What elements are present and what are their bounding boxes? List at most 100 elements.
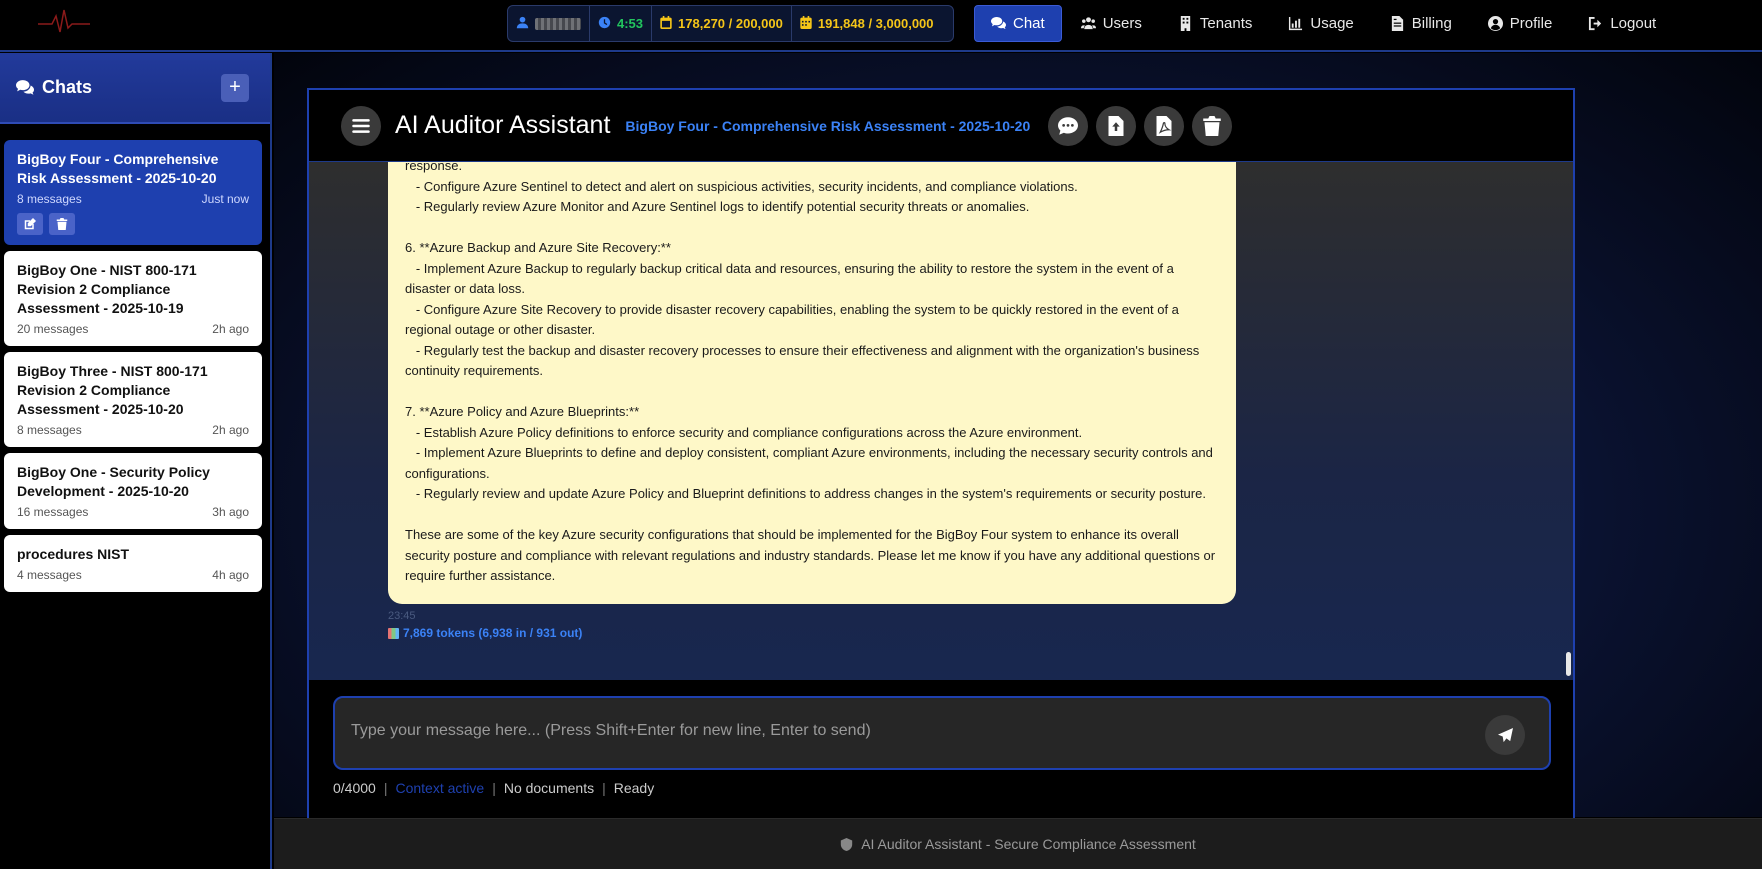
nav-tenants[interactable]: Tenants [1161,5,1270,42]
chat-title: BigBoy One - NIST 800-171 Revision 2 Com… [17,262,197,316]
message-input-wrapper [333,696,1551,770]
monthly-usage-value: 191,848 / 3,000,000 [817,16,934,31]
chat-title: BigBoy One - Security Policy Development… [17,464,210,499]
logout-icon [1589,16,1602,31]
nav-profile[interactable]: Profile [1471,5,1570,42]
chat-time: 2h ago [212,322,249,336]
chat-actions [17,213,249,235]
nav-logout-label: Logout [1610,15,1657,32]
clock-icon [598,16,611,32]
calendar-day-icon [660,15,672,32]
main-area: AI Auditor Assistant BigBoy Four - Compr… [274,53,1762,818]
chat-meta: 4 messages 4h ago [17,568,249,582]
chat-message-count: 8 messages [17,423,82,437]
paper-plane-icon [1497,727,1513,742]
sidebar-title-label: Chats [42,77,93,97]
nav-billing[interactable]: Billing [1373,5,1469,42]
chat-title: procedures NIST [17,546,130,562]
chat-subtitle: BigBoy Four - Comprehensive Risk Assessm… [625,117,1031,134]
chat-time: 4h ago [212,568,249,582]
timer-value: 4:53 [617,16,644,31]
nav-profile-label: Profile [1509,15,1553,32]
hamburger-icon [352,118,370,133]
token-usage: 7,869 tokens (6,938 in / 931 out) [388,626,582,640]
invoice-icon [1391,16,1403,31]
chat-message-count: 4 messages [17,568,82,582]
token-usage-text: 7,869 tokens (6,938 in / 931 out) [403,626,583,640]
comment-dots-icon [1058,116,1079,135]
session-stats-bar: 4:53 178,270 / 200,000 191,848 / 3,000,0… [507,5,954,42]
nav-billing-label: Billing [1411,15,1452,32]
heartbeat-logo-icon[interactable] [36,6,92,36]
chat-title: BigBoy Three - NIST 800-171 Revision 2 C… [17,363,208,417]
chat-time: Just now [201,192,249,206]
delete-conversation-button[interactable] [1192,105,1233,146]
separator: | [492,780,496,796]
message-input[interactable] [351,722,1471,740]
username-redacted [535,17,581,30]
ready-status: Ready [613,780,655,796]
app-title: AI Auditor Assistant [395,111,611,139]
nav-chat-label: Chat [1013,15,1045,32]
message-text: response. - Configure Azure Sentinel to … [405,162,1216,583]
new-conversation-button[interactable] [1048,105,1089,146]
chat-list-item[interactable]: BigBoy One - NIST 800-171 Revision 2 Com… [4,251,262,346]
chat-header: AI Auditor Assistant BigBoy Four - Compr… [309,90,1573,162]
nav-tenants-label: Tenants [1199,15,1253,32]
chat-title: BigBoy Four - Comprehensive Risk Assessm… [17,151,219,186]
assistant-message-bubble: response. - Configure Azure Sentinel to … [388,162,1236,604]
message-list[interactable]: response. - Configure Azure Sentinel to … [309,162,1573,680]
chat-list-item[interactable]: procedures NIST 4 messages 4h ago [4,535,262,592]
message-timestamp: 23:45 [388,610,416,622]
menu-toggle-button[interactable] [341,105,381,146]
monthly-usage: 191,848 / 3,000,000 [792,6,942,41]
chat-message-count: 8 messages [17,192,82,206]
nav-users[interactable]: Users [1064,5,1159,42]
separator: | [383,780,388,796]
send-button[interactable] [1485,715,1525,755]
daily-usage: 178,270 / 200,000 [652,6,792,41]
export-pdf-button[interactable] [1144,105,1185,146]
chat-list-item[interactable]: BigBoy Three - NIST 800-171 Revision 2 C… [4,352,262,447]
documents-status: No documents [503,780,595,796]
session-timer: 4:53 [590,6,653,41]
sidebar-header: Chats + [0,53,270,124]
main-nav: Chat Users Tenants Usage Billing Profile… [974,5,1675,42]
char-count: 0/4000 [333,780,376,796]
chat-panel: AI Auditor Assistant BigBoy Four - Compr… [307,88,1575,818]
chat-list-item[interactable]: BigBoy One - Security Policy Development… [4,453,262,529]
nav-chat[interactable]: Chat [974,5,1062,42]
nav-logout[interactable]: Logout [1571,5,1673,42]
sidebar-title: Chats [14,77,92,98]
comments-icon [991,16,1006,30]
nav-users-label: Users [1102,15,1142,32]
user-icon [516,16,529,32]
top-navbar: 4:53 178,270 / 200,000 191,848 / 3,000,0… [0,0,1762,52]
chat-time: 3h ago [212,505,249,519]
user-stat [508,6,590,41]
delete-chat-button[interactable] [49,213,75,235]
nav-usage[interactable]: Usage [1271,5,1370,42]
file-upload-icon [1108,115,1124,136]
app-footer: AI Auditor Assistant - Secure Compliance… [274,818,1762,869]
bar-chart-icon [388,627,399,639]
users-icon [1080,17,1096,30]
separator: | [602,780,606,796]
chat-sidebar: Chats + BigBoy Four - Comprehensive Risk… [0,53,272,869]
chat-meta: 8 messages Just now [17,192,249,206]
chat-message-count: 20 messages [17,322,89,336]
new-chat-button[interactable]: + [221,73,249,102]
trash-icon [1203,115,1222,136]
upload-file-button[interactable] [1096,105,1137,146]
comments-icon [16,79,34,95]
composer-status-row: 0/4000 | Context active | No documents |… [333,780,654,796]
chat-meta: 16 messages 3h ago [17,505,249,519]
user-circle-icon [1487,16,1503,31]
nav-usage-label: Usage [1310,15,1354,32]
chart-icon [1289,16,1303,31]
scrollbar-thumb[interactable] [1566,652,1571,676]
chat-list-item-active[interactable]: BigBoy Four - Comprehensive Risk Assessm… [4,140,262,245]
file-pdf-icon [1156,115,1172,136]
edit-chat-button[interactable] [17,213,43,235]
daily-usage-value: 178,270 / 200,000 [678,16,783,31]
